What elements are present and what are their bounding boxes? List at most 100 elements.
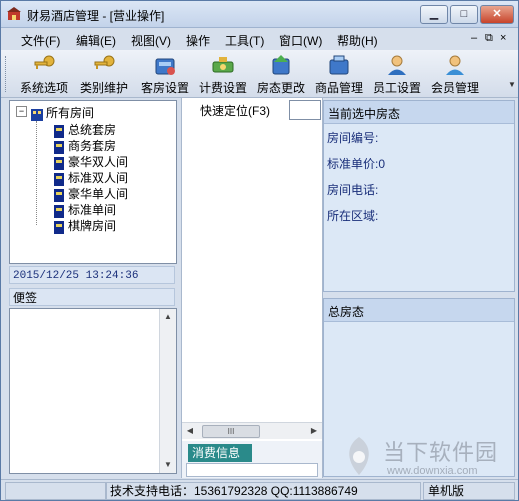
room-status-change-button[interactable]: 房态更改: [253, 52, 309, 95]
menu-tools[interactable]: 工具(T): [225, 32, 264, 49]
grid-horizontal-scrollbar[interactable]: ◀ III ▶: [182, 422, 322, 439]
room-node-icon: [54, 140, 64, 154]
close-button[interactable]: ✕: [480, 5, 514, 24]
tree-root-label: 所有房间: [46, 106, 95, 120]
menu-file[interactable]: 文件(F): [21, 32, 60, 49]
tree-item[interactable]: 总统套房: [52, 121, 117, 138]
main-window: 财易酒店管理 - [营业操作] ▁ □ ✕ 文件(F) 编辑(E) 视图(V) …: [0, 0, 519, 501]
app-icon: [7, 7, 21, 20]
scroll-right-icon[interactable]: ▶: [306, 423, 322, 439]
support-info: 技术支持电话：15361792328 QQ:1113886749: [105, 482, 421, 500]
toolbar-overflow-icon[interactable]: ▼: [508, 80, 516, 92]
selected-room-header: 当前选中房态: [324, 101, 514, 124]
tree-root[interactable]: 所有房间: [30, 104, 95, 121]
menu-bar: 文件(F) 编辑(E) 视图(V) 操作 工具(T) 窗口(W) 帮助(H) –…: [1, 28, 518, 50]
room-settings-button[interactable]: 客房设置: [137, 52, 193, 95]
watermark-title: 当下软件园: [383, 440, 499, 465]
toolbar-label: 会员管理: [430, 81, 479, 95]
room-tree: − 所有房间 总统套房 商务套房 豪华双人间 标准双人间 豪华单人间 标准单间 …: [9, 100, 177, 264]
title-bar[interactable]: 财易酒店管理 - [营业操作] ▁ □ ✕: [1, 1, 518, 28]
toolbar-label: 系统选项: [19, 81, 68, 95]
tree-item[interactable]: 标准单间: [52, 201, 117, 218]
minimize-button[interactable]: ▁: [420, 5, 448, 24]
room-node-icon: [54, 220, 64, 234]
building-icon: [31, 108, 43, 121]
room-phone-field: 房间电话:: [327, 183, 379, 197]
member-management-button[interactable]: 会员管理: [427, 52, 483, 95]
edition-label: 单机版: [423, 482, 515, 500]
total-status-header: 总房态: [324, 299, 514, 322]
scroll-thumb[interactable]: III: [202, 425, 260, 438]
maximize-button[interactable]: □: [450, 5, 478, 24]
status-bar: 技术支持电话：15361792328 QQ:1113886749 单机版: [1, 479, 518, 500]
toolbar-grip[interactable]: [5, 56, 9, 92]
category-maintenance-button[interactable]: 类别维护: [75, 52, 133, 95]
system-options-button[interactable]: 系统选项: [15, 52, 73, 95]
toolbar-label: 商品管理: [314, 81, 363, 95]
bottom-tab-strip: 消费信息: [182, 441, 322, 478]
tree-connector: [36, 121, 38, 225]
billing-settings-icon: [212, 57, 234, 73]
toolbar-label: 类别维护: [79, 81, 128, 95]
room-node-icon: [54, 188, 64, 202]
menu-view[interactable]: 视图(V): [131, 32, 171, 49]
toolbar: 系统选项 类别维护 客房设置 计费设置 房态更改 商品管理 员工设置 会员管理 …: [1, 50, 518, 98]
scroll-left-icon[interactable]: ◀: [182, 423, 198, 439]
tree-item-label: 商务套房: [68, 139, 117, 153]
tree-item-label: 标准双人间: [68, 171, 129, 185]
datetime-display: 2015/12/25 13:24:36: [9, 266, 175, 284]
mdi-close-button[interactable]: ×: [500, 32, 506, 44]
total-status-title: 总房态: [328, 305, 365, 319]
tree-item-label: 棋牌房间: [68, 219, 117, 233]
selected-room-panel: 当前选中房态 房间编号: 标准单价:0 房间电话: 所在区域:: [323, 100, 515, 292]
memo-title: 便签: [9, 288, 175, 306]
tree-item[interactable]: 商务套房: [52, 137, 117, 154]
tree-item[interactable]: 豪华双人间: [52, 153, 128, 170]
scroll-down-icon[interactable]: ▼: [160, 457, 176, 473]
window-title: 财易酒店管理 - [营业操作]: [27, 9, 165, 23]
menu-edit[interactable]: 编辑(E): [76, 32, 116, 49]
goods-management-button[interactable]: 商品管理: [311, 52, 367, 95]
member-icon: [446, 55, 464, 75]
room-node-icon: [54, 172, 64, 186]
room-settings-icon: [155, 58, 175, 75]
tree-item[interactable]: 豪华单人间: [52, 185, 129, 202]
mdi-minimize-button[interactable]: –: [471, 32, 477, 44]
menu-help[interactable]: 帮助(H): [337, 32, 378, 49]
scroll-up-icon[interactable]: ▲: [160, 309, 176, 325]
toolbar-label: 员工设置: [372, 81, 421, 95]
watermark-logo-icon: [349, 437, 369, 475]
toolbar-label: 客房设置: [140, 81, 189, 95]
room-status-icon: [272, 55, 290, 75]
room-number-field: 房间编号:: [327, 131, 379, 145]
memo-vertical-scrollbar[interactable]: ▲ ▼: [159, 309, 176, 473]
tree-item-label: 标准单间: [68, 203, 117, 217]
staff-icon: [388, 55, 406, 75]
room-grid-area: 快速定位(F3) ◀ III ▶ 消费信息: [181, 98, 323, 478]
quick-locate-label: 快速定位(F3): [200, 104, 270, 118]
tree-item[interactable]: 棋牌房间: [52, 217, 117, 234]
tab-consumption-info[interactable]: 消费信息: [188, 444, 252, 462]
selected-room-title: 当前选中房态: [328, 107, 401, 121]
mdi-restore-button[interactable]: ⧉: [485, 32, 493, 45]
room-node-icon: [54, 156, 64, 170]
standard-price-field: 标准单价:0: [327, 157, 386, 171]
billing-settings-button[interactable]: 计费设置: [195, 52, 251, 95]
staff-settings-button[interactable]: 员工设置: [369, 52, 425, 95]
menu-window[interactable]: 窗口(W): [279, 32, 322, 49]
toolbar-label: 计费设置: [198, 81, 247, 95]
tree-item[interactable]: 标准双人间: [52, 169, 129, 186]
quick-locate-input[interactable]: [289, 100, 321, 120]
toolbar-label: 房态更改: [256, 81, 305, 95]
tree-item-label: 总统套房: [68, 123, 117, 137]
tree-expander[interactable]: −: [16, 106, 27, 117]
area-field: 所在区域:: [327, 209, 379, 223]
tree-item-label: 豪华单人间: [68, 187, 129, 201]
status-empty-cell: [5, 482, 107, 500]
room-node-icon: [54, 204, 64, 218]
room-node-icon: [54, 124, 64, 138]
menu-operate[interactable]: 操作: [186, 32, 210, 49]
watermark: 当下软件园 www.downxia.com: [341, 433, 501, 481]
consumption-info-panel: [186, 463, 318, 477]
memo-textarea[interactable]: ▲ ▼: [9, 308, 177, 474]
